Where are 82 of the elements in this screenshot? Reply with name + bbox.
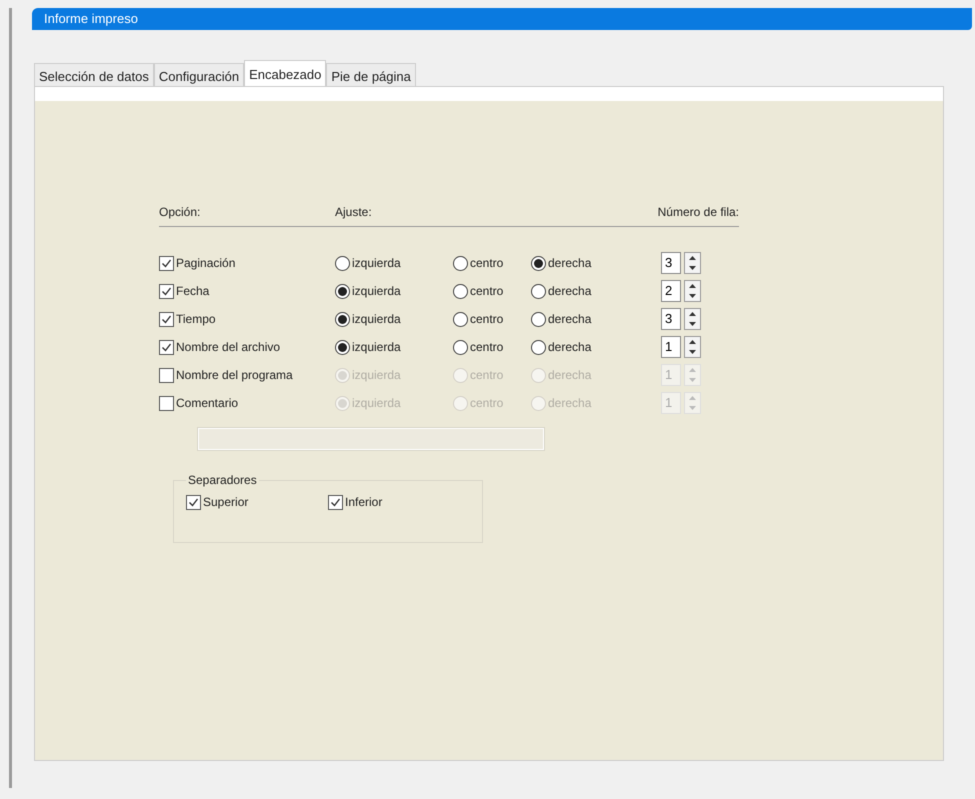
radio-label: izquierda: [352, 283, 401, 300]
tab[interactable]: Encabezado: [244, 60, 326, 86]
checkmark-icon: [188, 496, 199, 508]
radio-label: centro: [470, 367, 504, 384]
checkmark-icon: [330, 496, 341, 508]
checkbox[interactable]: [159, 396, 174, 410]
down-arrow-icon: [689, 350, 696, 354]
spin-buttons[interactable]: [684, 308, 701, 330]
tab[interactable]: Pie de página: [326, 63, 416, 86]
checkbox[interactable]: [186, 494, 201, 510]
up-arrow-icon: [689, 256, 696, 260]
option-label: Paginación: [176, 255, 236, 272]
radio-label: derecha: [548, 283, 592, 300]
checkmark-icon: [161, 286, 172, 296]
radio-label: centro: [470, 395, 504, 412]
radio-button[interactable]: [335, 340, 350, 354]
group-title: Separadores: [187, 472, 258, 489]
up-arrow-icon: [689, 340, 696, 344]
radio-button[interactable]: [531, 340, 546, 354]
up-arrow-icon: [689, 312, 696, 316]
down-arrow-icon: [689, 294, 696, 298]
checkmark-icon: [161, 314, 172, 324]
radio-button[interactable]: [453, 256, 468, 270]
radio-button[interactable]: [453, 312, 468, 326]
option-label: Comentario: [176, 395, 238, 412]
radio-button[interactable]: [335, 312, 350, 326]
radio-label: derecha: [548, 255, 592, 272]
down-arrow-icon: [689, 266, 696, 270]
radio-button[interactable]: [335, 284, 350, 298]
column-header: Número de fila:: [658, 204, 739, 221]
radio-button[interactable]: [531, 256, 546, 270]
radio-label: derecha: [548, 311, 592, 328]
down-arrow-icon: [689, 378, 696, 382]
option-label: Nombre del archivo: [176, 339, 280, 356]
radio-label: centro: [470, 311, 504, 328]
column-header: Ajuste:: [335, 204, 373, 221]
option-label: Inferior: [345, 494, 382, 511]
spin-buttons[interactable]: [684, 252, 701, 274]
option-label: Nombre del programa: [176, 367, 293, 384]
spin-buttons[interactable]: [684, 280, 701, 302]
up-arrow-icon: [689, 368, 696, 372]
tab[interactable]: Configuración: [154, 63, 244, 86]
down-arrow-icon: [689, 322, 696, 326]
radio-label: centro: [470, 339, 504, 356]
checkbox[interactable]: [159, 284, 174, 298]
option-label: Superior: [203, 494, 248, 511]
radio-label: izquierda: [352, 367, 401, 384]
checkmark-icon: [161, 258, 172, 268]
option-label: Tiempo: [176, 311, 216, 328]
radio-label: derecha: [548, 339, 592, 356]
number-field[interactable]: 1: [661, 336, 681, 358]
number-field[interactable]: 3: [661, 308, 681, 330]
radio-label: izquierda: [352, 339, 401, 356]
radio-button[interactable]: [453, 340, 468, 354]
radio-label: izquierda: [352, 311, 401, 328]
radio-button[interactable]: [335, 256, 350, 270]
checkbox[interactable]: [159, 340, 174, 354]
checkmark-icon: [161, 342, 172, 352]
comment-field[interactable]: [197, 427, 545, 451]
up-arrow-icon: [689, 284, 696, 288]
radio-label: izquierda: [352, 395, 401, 412]
window-title: Informe impreso: [44, 10, 138, 28]
column-header: Opción:: [159, 204, 202, 221]
radio-button[interactable]: [531, 312, 546, 326]
checkbox[interactable]: [159, 368, 174, 382]
number-field[interactable]: 2: [661, 280, 681, 302]
radio-button[interactable]: [453, 284, 468, 298]
radio-label: centro: [470, 255, 504, 272]
radio-label: derecha: [548, 367, 592, 384]
option-label: Fecha: [176, 283, 210, 300]
up-arrow-icon: [689, 396, 696, 400]
tab[interactable]: Selección de datos: [34, 63, 154, 86]
radio-label: centro: [470, 283, 504, 300]
radio-button[interactable]: [531, 284, 546, 298]
checkbox[interactable]: [328, 494, 343, 510]
radio-label: izquierda: [352, 255, 401, 272]
down-arrow-icon: [689, 406, 696, 410]
checkbox[interactable]: [159, 312, 174, 326]
radio-label: derecha: [548, 395, 592, 412]
spin-buttons[interactable]: [684, 336, 701, 358]
number-field[interactable]: 3: [661, 252, 681, 274]
checkbox[interactable]: [159, 256, 174, 270]
